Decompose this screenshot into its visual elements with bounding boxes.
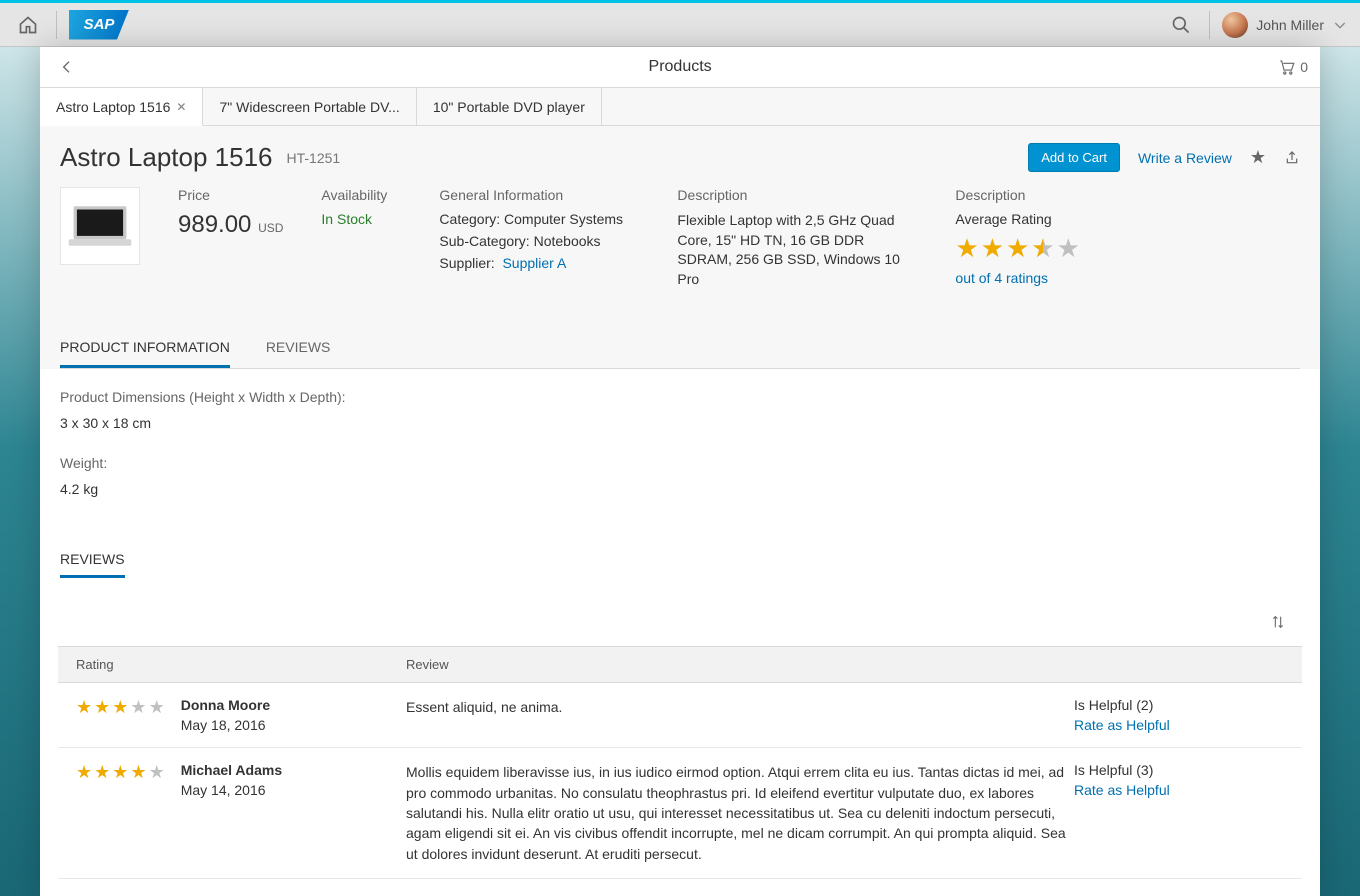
review-date: May 14, 2016 [181, 782, 282, 798]
search-icon[interactable] [1165, 9, 1197, 41]
add-to-cart-button[interactable]: Add to Cart [1028, 143, 1120, 172]
product-info-section: Product Dimensions (Height x Width x Dep… [40, 369, 1320, 551]
helpful-count: Is Helpful (3) [1074, 762, 1284, 778]
sort-icon[interactable] [1262, 606, 1294, 638]
user-menu[interactable]: John Miller [1222, 12, 1348, 38]
review-stars: ★★★★★ [76, 697, 165, 727]
availability-label: Availability [321, 187, 401, 203]
general-info-label: General Information [439, 187, 639, 203]
anchor-tab-info[interactable]: PRODUCT INFORMATION [60, 329, 230, 368]
review-date: May 18, 2016 [181, 717, 270, 733]
price-value: 989.00 USD [178, 211, 283, 239]
description-text: Flexible Laptop with 2,5 GHz Quad Core, … [677, 211, 917, 289]
avg-rating-stars: ★★★★★ [955, 233, 1080, 264]
reviews-section-title: REVIEWS [60, 551, 125, 578]
product-title: Astro Laptop 1516 [60, 142, 273, 173]
cart-count: 0 [1300, 59, 1308, 75]
tab-label: 7" Widescreen Portable DV... [219, 99, 399, 115]
review-row: ★★★★★ Michael Adams May 14, 2016 Mollis equ… [58, 748, 1302, 878]
reviewer-name: Michael Adams [181, 762, 282, 778]
sap-logo: SAP [69, 10, 129, 40]
close-icon[interactable]: ✕ [176, 100, 186, 114]
back-button[interactable] [52, 59, 82, 75]
weight-label: Weight: [60, 455, 1300, 471]
review-row: ★★★★★ Donna Moore May 18, 2016 Essent aliqu… [58, 683, 1302, 748]
review-stars: ★★★★★ [76, 762, 165, 792]
category-row: Category: Computer Systems [439, 211, 639, 227]
reviews-toolbar [40, 598, 1320, 646]
col-review-header: Review [406, 657, 1074, 672]
review-row: ★★★★★Richard WilsonEquidem liberavisse i… [58, 879, 1302, 896]
tab-bar: Astro Laptop 1516 ✕ 7" Widescreen Portable… [40, 88, 1320, 126]
avatar [1222, 12, 1248, 38]
tab-label: 10" Portable DVD player [433, 99, 585, 115]
favorite-icon[interactable]: ★ [1250, 147, 1266, 168]
reviews-table-header: Rating Review [58, 646, 1302, 683]
share-icon[interactable] [1284, 147, 1300, 168]
supplier-row: Supplier: Supplier A [439, 255, 639, 271]
shell-bar: SAP John Miller [0, 3, 1360, 47]
description-label: Description [677, 187, 917, 203]
rate-helpful-link[interactable]: Rate as Helpful [1074, 782, 1284, 798]
dimensions-value: 3 x 30 x 18 cm [60, 415, 1300, 431]
avg-rating-label: Average Rating [955, 211, 1080, 227]
anchor-tab-reviews[interactable]: REVIEWS [266, 329, 331, 368]
tab-0[interactable]: Astro Laptop 1516 ✕ [40, 88, 203, 126]
product-image [60, 187, 140, 265]
home-icon[interactable] [12, 9, 44, 41]
tab-2[interactable]: 10" Portable DVD player [417, 88, 602, 125]
subcategory-row: Sub-Category: Notebooks [439, 233, 639, 249]
helpful-count: Is Helpful (2) [1074, 697, 1284, 713]
weight-value: 4.2 kg [60, 481, 1300, 497]
availability-value: In Stock [321, 211, 401, 227]
dimensions-label: Product Dimensions (Height x Width x Dep… [60, 389, 1300, 405]
reviewer-name: Donna Moore [181, 697, 270, 713]
review-text: Mollis equidem liberavisse ius, in ius i… [406, 762, 1074, 863]
price-label: Price [178, 187, 283, 203]
page-title: Products [82, 58, 1278, 76]
write-review-link[interactable]: Write a Review [1138, 150, 1232, 166]
review-text: Essent aliquid, ne anima. [406, 697, 1074, 733]
chevron-down-icon [1332, 17, 1348, 33]
col-rating-header: Rating [76, 657, 406, 672]
page-header: Products 0 [40, 47, 1320, 88]
tab-1[interactable]: 7" Widescreen Portable DV... [203, 88, 416, 125]
cart-icon [1278, 58, 1296, 76]
cart-indicator[interactable]: 0 [1278, 58, 1308, 76]
product-id: HT-1251 [287, 150, 341, 166]
tab-label: Astro Laptop 1516 [56, 99, 170, 115]
anchor-tab-bar: PRODUCT INFORMATION REVIEWS [60, 329, 1300, 369]
rating-block-label: Description [955, 187, 1080, 203]
ratings-count-link[interactable]: out of 4 ratings [955, 270, 1080, 286]
rate-helpful-link[interactable]: Rate as Helpful [1074, 717, 1284, 733]
user-name-label: John Miller [1256, 17, 1324, 33]
